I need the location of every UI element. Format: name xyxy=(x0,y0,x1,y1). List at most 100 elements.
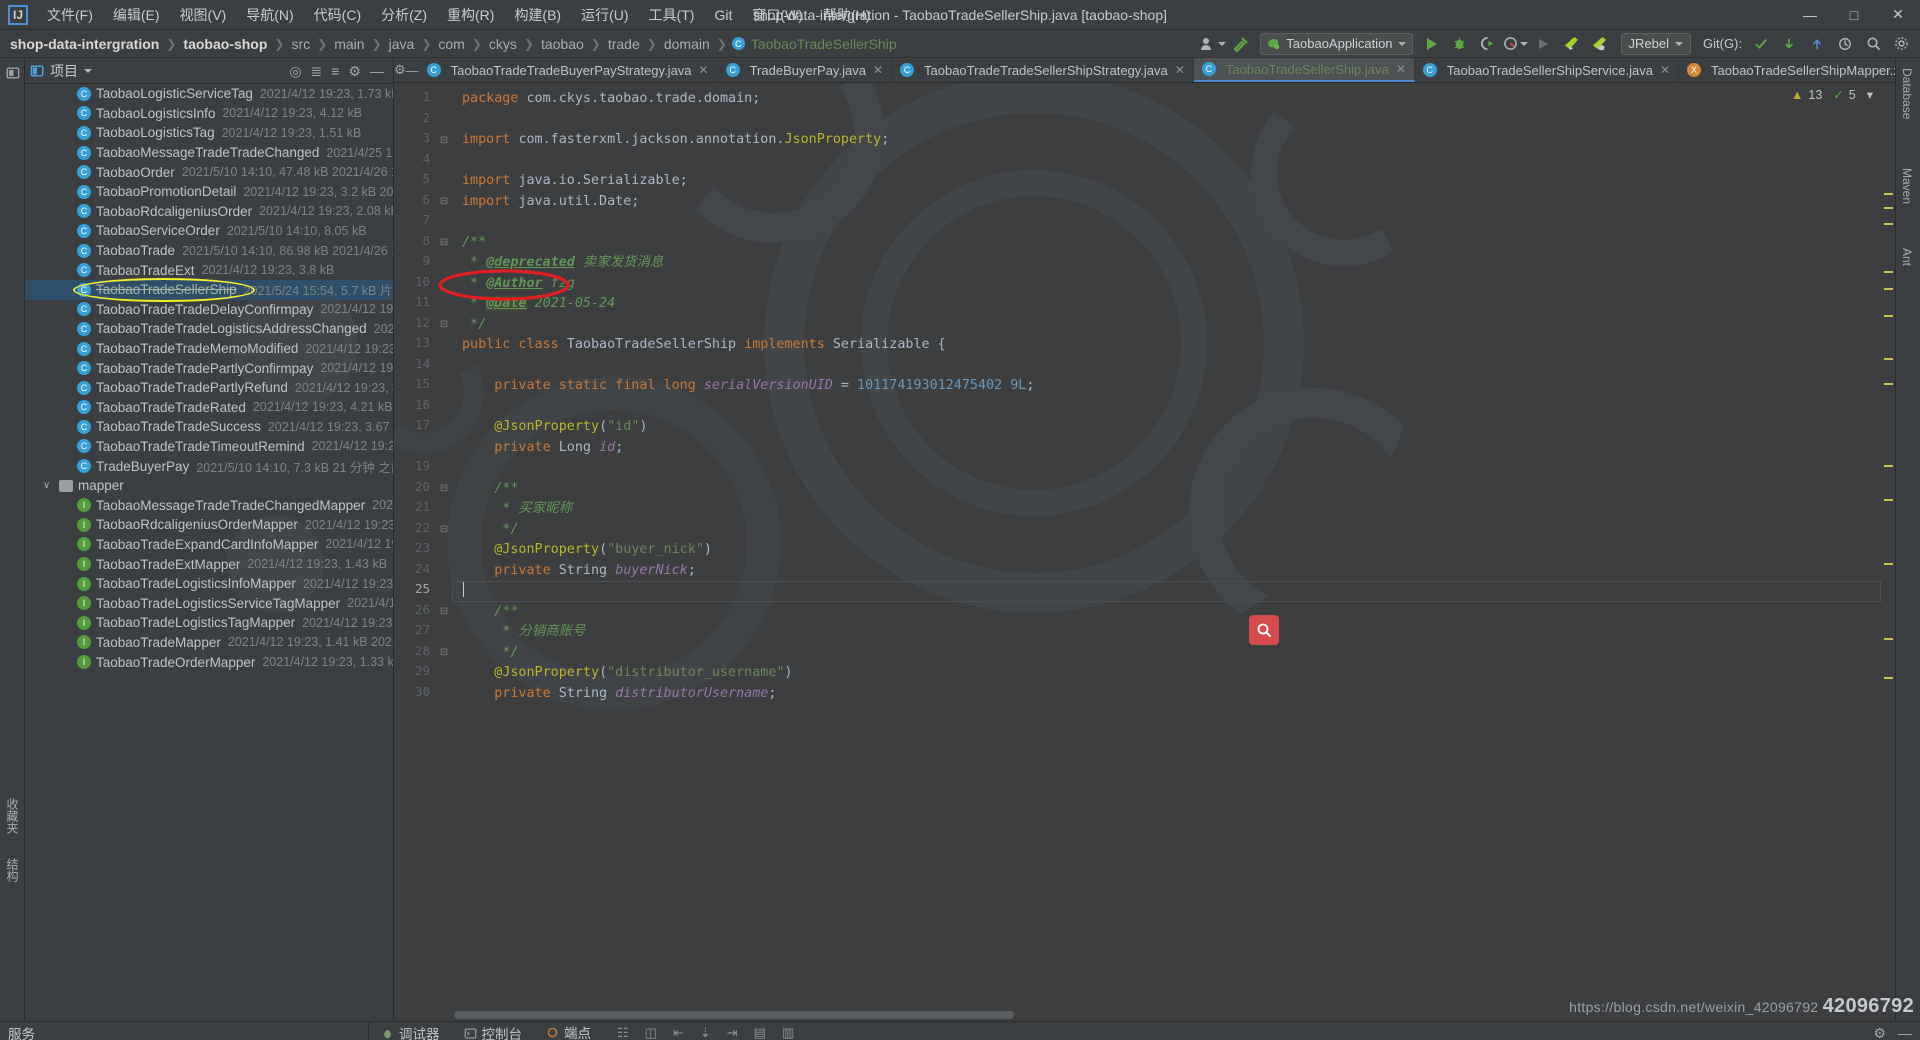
code-line[interactable]: import java.util.Date; xyxy=(452,192,1881,213)
menu-item-code[interactable]: 代码(C) xyxy=(304,1,371,29)
split-right-icon[interactable]: ⇥ xyxy=(727,1025,738,1040)
code-line[interactable]: private String buyerNick; xyxy=(452,561,1881,582)
left-strip-structure[interactable]: 结构 xyxy=(4,858,21,882)
split-h-icon[interactable]: ▤ xyxy=(754,1025,766,1040)
hammer-icon[interactable] xyxy=(1228,33,1254,55)
fold-marker-icon[interactable]: ⊟ xyxy=(436,520,452,541)
close-icon[interactable]: ✕ xyxy=(1175,63,1185,77)
close-icon[interactable]: ✕ xyxy=(699,63,709,77)
expand-all-icon[interactable]: ≣ xyxy=(311,64,323,78)
project-tree-item[interactable]: I TaobaoTradeExpandCardInfoMapper 2021/4/1… xyxy=(25,535,393,555)
code-line[interactable] xyxy=(452,356,1881,377)
project-tree-item[interactable]: C TaobaoServiceOrder 2021/5/10 14:10, 8.05… xyxy=(25,221,393,241)
collapse-all-icon[interactable]: ≡ xyxy=(331,64,339,78)
fold-marker-icon[interactable]: ⊟ xyxy=(436,643,452,664)
editor-tab[interactable]: C TaobaoTradeTradeSellerShipStrategy.java… xyxy=(892,58,1194,82)
project-tree-item[interactable]: C TaobaoRdcaligeniusOrder 2021/4/12 19:23,… xyxy=(25,202,393,222)
code-line[interactable]: import java.io.Serializable; xyxy=(452,171,1881,192)
project-tree-item[interactable]: C TaobaoTradeExt 2021/4/12 19:23, 3.8 kB xyxy=(25,260,393,280)
settings-icon[interactable]: ⚙ xyxy=(348,64,361,78)
code-line[interactable]: private Long id; xyxy=(452,438,1881,459)
hide-icon[interactable]: — xyxy=(1898,1025,1912,1040)
run-configuration-selector[interactable]: TaobaoApplication xyxy=(1260,32,1413,55)
project-tree-item[interactable]: C TaobaoPromotionDetail 2021/4/12 19:23, 3… xyxy=(25,182,393,202)
fold-marker-icon[interactable]: ⊟ xyxy=(436,233,452,254)
fold-marker-icon[interactable]: ⊟ xyxy=(436,479,452,500)
project-tree-item[interactable]: C TaobaoTradeTradeSuccess 2021/4/12 19:23,… xyxy=(25,417,393,437)
rerun-icon[interactable] xyxy=(1531,33,1557,55)
chevron-down-icon[interactable]: ▾ xyxy=(1867,87,1873,102)
locate-icon[interactable]: ◎ xyxy=(289,64,301,78)
editor-tab[interactable]: C TaobaoTradeSellerShipService.java ✕ xyxy=(1415,58,1680,82)
right-strip-database[interactable]: Database xyxy=(1900,68,1914,119)
code-line[interactable]: @JsonProperty("buyer_nick") xyxy=(452,540,1881,561)
project-tree-item[interactable]: I TaobaoRdcaligeniusOrderMapper 2021/4/12 … xyxy=(25,515,393,535)
search-everywhere-bubble[interactable] xyxy=(1249,615,1279,645)
settings-icon[interactable]: ⚙ xyxy=(1873,1025,1886,1040)
search-icon[interactable] xyxy=(1860,33,1886,55)
jrebel-run-icon[interactable] xyxy=(1559,33,1585,55)
layout-icon[interactable]: ☷ xyxy=(617,1025,629,1040)
tab-console[interactable]: 控制台 xyxy=(452,1023,535,1040)
code-line[interactable]: /** xyxy=(452,233,1881,254)
breadcrumb-domain[interactable]: domain xyxy=(662,36,712,52)
menu-item-edit[interactable]: 编辑(E) xyxy=(103,1,170,29)
code-line[interactable]: @JsonProperty("distributor_username") xyxy=(452,663,1881,684)
breadcrumb-ckys[interactable]: ckys xyxy=(487,36,519,52)
menu-item-view[interactable]: 视图(V) xyxy=(170,1,237,29)
editor-tab[interactable]: C TaobaoTradeSellerShip.java ✕ xyxy=(1193,58,1415,82)
project-tree-item[interactable]: C TaobaoTradeTradePartlyConfirmpay 2021/4/… xyxy=(25,358,393,378)
breadcrumb-module[interactable]: taobao-shop xyxy=(181,36,269,52)
project-tree-item[interactable]: I TaobaoTradeExtMapper 2021/4/12 19:23, 1.… xyxy=(25,554,393,574)
code-line[interactable]: public class TaobaoTradeSellerShip imple… xyxy=(452,335,1881,356)
git-history-icon[interactable] xyxy=(1832,33,1858,55)
error-stripe[interactable] xyxy=(1881,83,1895,1021)
menu-item-window[interactable]: 窗口(W) xyxy=(742,1,813,29)
chevron-down-icon[interactable]: ∨ xyxy=(43,480,55,491)
fold-marker-icon[interactable]: ⊟ xyxy=(436,192,452,213)
menu-item-navigate[interactable]: 导航(N) xyxy=(236,1,303,29)
project-tree-item[interactable]: C TaobaoLogisticsInfo 2021/4/12 19:23, 4.1… xyxy=(25,104,393,124)
breadcrumb-trade[interactable]: trade xyxy=(606,36,642,52)
project-tree-item[interactable]: C TaobaoTradeTradeLogisticsAddressChanged… xyxy=(25,319,393,339)
project-tree-item[interactable]: I TaobaoTradeOrderMapper 2021/4/12 19:23, … xyxy=(25,652,393,672)
jrebel-debug-icon[interactable] xyxy=(1587,33,1613,55)
project-tree-item[interactable]: I TaobaoTradeLogisticsInfoMapper 2021/4/12… xyxy=(25,574,393,594)
inspection-status-badge[interactable]: ▲ 13 ✓ 5 ▾ xyxy=(1791,87,1873,103)
close-icon[interactable]: ✕ xyxy=(1660,63,1670,77)
close-icon[interactable]: ✕ xyxy=(1396,62,1406,76)
project-tree-item[interactable]: ∨ mapper xyxy=(25,476,393,496)
project-tree-item[interactable]: C TaobaoTradeTradeTimeoutRemind 2021/4/12 … xyxy=(25,437,393,457)
project-tree-item[interactable]: C TaobaoTradeTradeRated 2021/4/12 19:23, 4… xyxy=(25,398,393,418)
breadcrumb-src[interactable]: src xyxy=(289,36,312,52)
fold-marker-icon[interactable]: ⊟ xyxy=(436,602,452,623)
code-line[interactable]: * 分销商账号 xyxy=(452,622,1881,643)
project-tree-item[interactable]: C TaobaoTradeSellerShip 2021/5/24 15:54, 5… xyxy=(25,279,393,300)
close-icon[interactable]: ✕ xyxy=(873,63,883,77)
tab-endpoints[interactable]: 端点 xyxy=(534,1022,603,1040)
breadcrumb-com[interactable]: com xyxy=(436,36,466,52)
code-line[interactable]: /** xyxy=(452,479,1881,500)
minimize-icon[interactable]: — xyxy=(1788,0,1832,29)
git-check-icon[interactable] xyxy=(1748,33,1774,55)
project-tree-item[interactable]: C TradeBuyerPay 2021/5/10 14:10, 7.3 kB 21… xyxy=(25,456,393,476)
breadcrumb-taobao[interactable]: taobao xyxy=(539,36,586,52)
menu-item-build[interactable]: 构建(B) xyxy=(504,1,571,29)
code-line[interactable] xyxy=(452,110,1881,131)
hide-icon[interactable]: — xyxy=(370,64,384,78)
code-folding-gutter[interactable]: ⊟ ⊟ ⊟ ⊟ ⊟ ⊟ ⊟ ⊟ xyxy=(436,83,452,1021)
run-coverage-icon[interactable] xyxy=(1475,33,1501,55)
code-line[interactable]: */ xyxy=(452,315,1881,336)
split-left-icon[interactable]: ⇤ xyxy=(673,1025,684,1040)
menu-item-analyze[interactable]: 分析(Z) xyxy=(371,1,437,29)
code-line[interactable]: * @Date 2021-05-24 xyxy=(452,294,1881,315)
code-line[interactable]: import com.fasterxml.jackson.annotation.… xyxy=(452,130,1881,151)
code-line[interactable]: * 买家昵称 xyxy=(452,499,1881,520)
project-tree-item[interactable]: C TaobaoLogisticsTag 2021/4/12 19:23, 1.51… xyxy=(25,123,393,143)
close-icon[interactable]: ✕ xyxy=(1876,0,1920,29)
profile-icon[interactable] xyxy=(1503,33,1529,55)
hide-icon[interactable]: — xyxy=(406,58,419,82)
split-v-icon[interactable]: ▥ xyxy=(782,1025,794,1040)
project-tree-item[interactable]: C TaobaoOrder 2021/5/10 14:10, 47.48 kB 20… xyxy=(25,162,393,182)
code-line[interactable] xyxy=(452,458,1881,479)
